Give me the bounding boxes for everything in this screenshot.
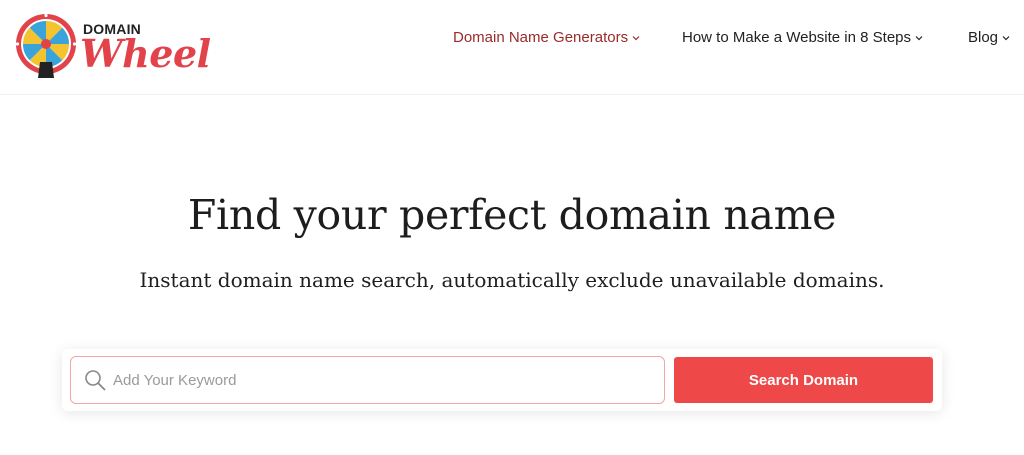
search-input[interactable] xyxy=(113,357,653,403)
chevron-down-icon xyxy=(632,35,640,40)
nav-item-domain-name-generators[interactable]: Domain Name Generators xyxy=(453,29,640,46)
nav-item-blog[interactable]: Blog xyxy=(968,29,1010,46)
chevron-down-icon xyxy=(1002,35,1010,40)
nav-item-label: How to Make a Website in 8 Steps xyxy=(682,29,911,46)
chevron-down-icon xyxy=(915,35,923,40)
nav-item-make-website[interactable]: How to Make a Website in 8 Steps xyxy=(682,29,923,46)
site-header: DOMAIN Wheel Domain Name Generators How … xyxy=(0,0,1024,95)
hero-title: Find your perfect domain name xyxy=(187,191,837,239)
search-domain-button[interactable]: Search Domain xyxy=(674,357,933,403)
search-icon xyxy=(85,370,106,391)
hero-subtitle: Instant domain name search, automaticall… xyxy=(139,268,885,292)
nav-item-label: Domain Name Generators xyxy=(453,29,629,46)
search-card: Search Domain xyxy=(62,349,942,411)
main-nav: Domain Name Generators How to Make a Web… xyxy=(0,29,1024,49)
nav-item-label: Blog xyxy=(968,29,999,46)
search-field[interactable] xyxy=(70,356,665,404)
